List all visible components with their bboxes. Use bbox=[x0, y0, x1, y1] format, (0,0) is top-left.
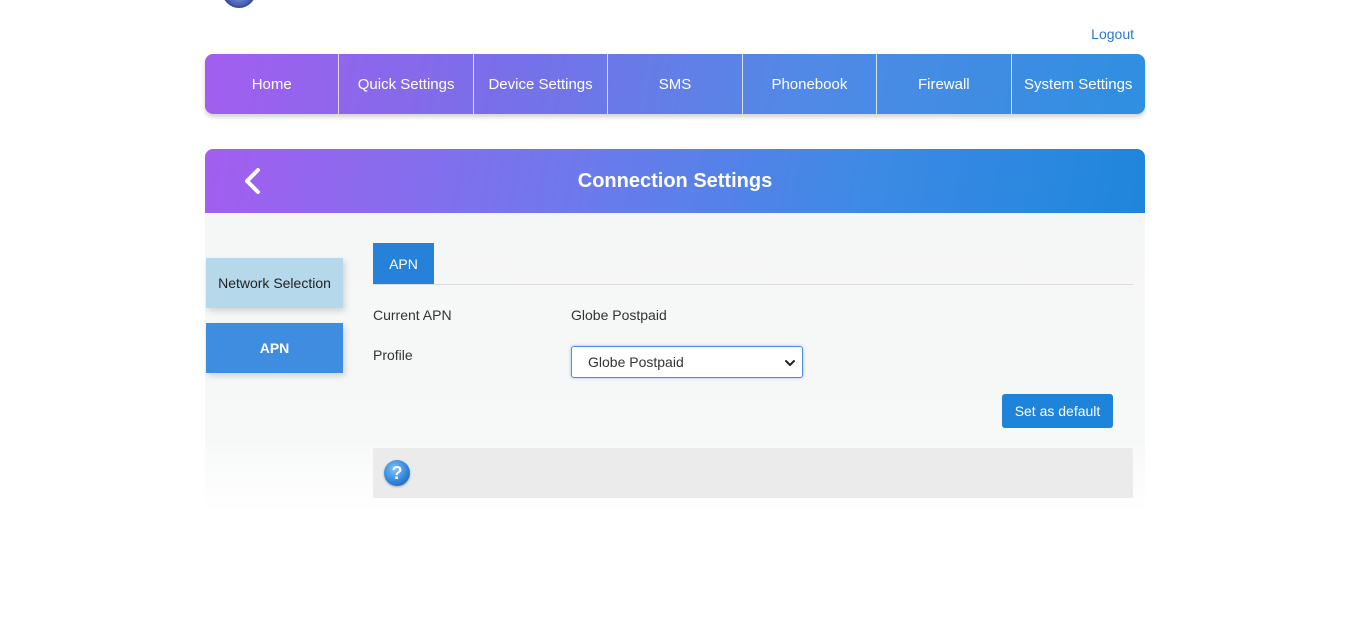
nav-item-firewall[interactable]: Firewall bbox=[876, 54, 1010, 114]
nav-item-phonebook[interactable]: Phonebook bbox=[741, 54, 876, 114]
chevron-down-icon bbox=[785, 360, 795, 366]
profile-select[interactable]: Globe Postpaid bbox=[571, 346, 803, 378]
nav-item-home[interactable]: Home bbox=[205, 54, 338, 114]
sidebar-item-apn[interactable]: APN bbox=[206, 323, 343, 373]
brand-logo bbox=[222, 0, 256, 8]
current-apn-label: Current APN bbox=[373, 307, 452, 323]
nav-item-quick-settings[interactable]: Quick Settings bbox=[338, 54, 472, 114]
current-apn-value: Globe Postpaid bbox=[571, 307, 667, 323]
logout-link[interactable]: Logout bbox=[1091, 26, 1134, 42]
nav-item-device-settings[interactable]: Device Settings bbox=[472, 54, 607, 114]
profile-select-value: Globe Postpaid bbox=[588, 354, 684, 370]
tab-divider bbox=[373, 284, 1133, 285]
panel-header: Connection Settings bbox=[205, 149, 1145, 213]
panel-body: Network Selection APN APN Current APN Gl… bbox=[205, 213, 1145, 513]
profile-label: Profile bbox=[373, 347, 413, 363]
nav-item-sms[interactable]: SMS bbox=[607, 54, 741, 114]
set-as-default-button[interactable]: Set as default bbox=[1002, 394, 1113, 428]
help-icon[interactable]: ? bbox=[384, 460, 410, 486]
nav-item-system-settings[interactable]: System Settings bbox=[1010, 54, 1145, 114]
help-bar: ? bbox=[373, 448, 1133, 498]
page-title: Connection Settings bbox=[577, 169, 773, 192]
sidebar-item-network-selection[interactable]: Network Selection bbox=[206, 258, 343, 308]
main-nav: Home Quick Settings Device Settings SMS … bbox=[205, 54, 1145, 114]
back-arrow-icon[interactable] bbox=[241, 167, 265, 195]
tab-apn[interactable]: APN bbox=[373, 243, 434, 285]
